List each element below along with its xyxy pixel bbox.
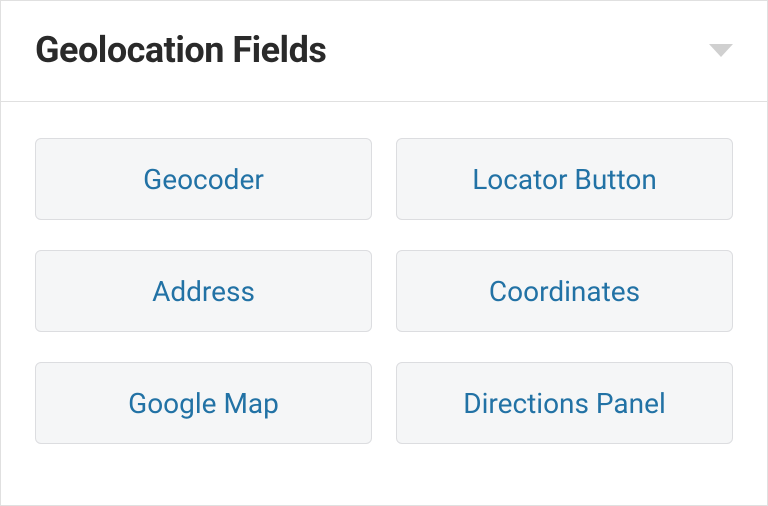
field-label: Directions Panel [463,387,666,420]
field-google-map-button[interactable]: Google Map [35,362,372,444]
field-address-button[interactable]: Address [35,250,372,332]
panel-header[interactable]: Geolocation Fields [1,1,767,102]
panel-body: Geocoder Locator Button Address Coordina… [1,102,767,480]
geolocation-fields-panel: Geolocation Fields Geocoder Locator Butt… [0,0,768,506]
field-label: Geocoder [143,163,264,196]
panel-title: Geolocation Fields [35,29,326,71]
field-label: Address [152,275,255,308]
chevron-down-icon[interactable] [709,44,733,57]
field-locator-button[interactable]: Locator Button [396,138,733,220]
field-coordinates-button[interactable]: Coordinates [396,250,733,332]
field-grid: Geocoder Locator Button Address Coordina… [35,138,733,444]
field-label: Locator Button [472,163,657,196]
field-label: Coordinates [489,275,640,308]
field-label: Google Map [128,387,279,420]
field-directions-panel-button[interactable]: Directions Panel [396,362,733,444]
field-geocoder-button[interactable]: Geocoder [35,138,372,220]
